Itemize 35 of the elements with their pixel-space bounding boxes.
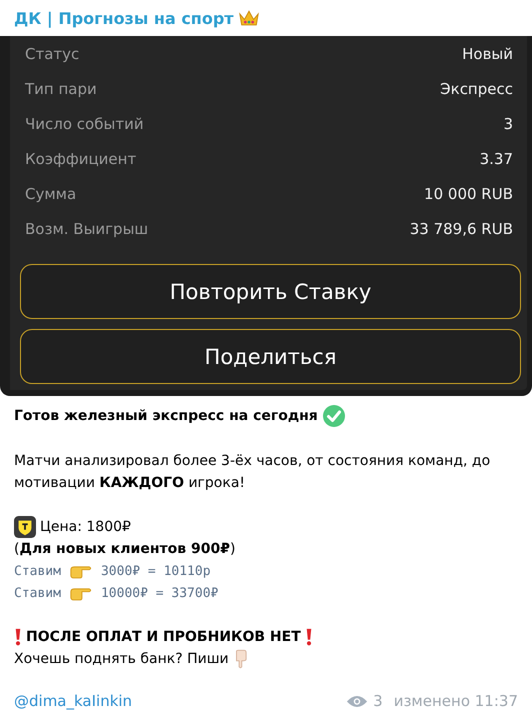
check-icon <box>322 404 346 428</box>
pointing-hand-icon <box>68 586 93 600</box>
view-count: 3 <box>373 692 383 710</box>
field-label: Коэффициент <box>25 150 136 168</box>
call-text: Хочешь поднять банк? Пиши <box>14 651 229 667</box>
message-paragraph: Матчи анализировал более 3-ёх часов, от состояния команд, до мотивации КАЖДОГО игрока! <box>14 452 492 493</box>
eye-icon <box>346 694 368 708</box>
field-label: Тип пари <box>25 80 97 98</box>
field-label: Возм. Выигрыш <box>25 220 148 238</box>
exclamation-icon <box>304 628 313 646</box>
headline: Готов железный экспресс на сегодня <box>14 408 318 424</box>
field-value: 10 000 RUB <box>424 184 513 202</box>
field-value: 3.37 <box>480 150 513 168</box>
warning-text: ПОСЛЕ ОПЛАТ И ПРОБНИКОВ НЕТ <box>26 629 301 645</box>
field-label: Статус <box>25 44 80 62</box>
username-link[interactable]: @dima_kaIinkin <box>14 692 132 710</box>
shield-badge-icon <box>14 516 36 538</box>
price-text: Цена: 1800₽ <box>40 519 131 535</box>
offer-text: (Для новых клиентов 900₽) <box>14 541 236 557</box>
edited-time: изменено 11:37 <box>394 692 518 710</box>
stake-amount: 3000₽ = 10110р <box>100 564 211 578</box>
field-value: 3 <box>503 114 513 132</box>
exclamation-icon <box>14 628 22 646</box>
field-value: Экспресс <box>440 80 513 98</box>
field-label: Сумма <box>25 184 76 202</box>
field-label: Число событий <box>25 114 144 132</box>
stake-label: Ставим <box>14 586 61 600</box>
field-value: 33 789,6 RUB <box>410 220 513 238</box>
crown-icon <box>238 8 260 28</box>
action-button[interactable]: Повторить Ставку <box>20 264 521 319</box>
stake-amount: 10000₽ = 33700₽ <box>100 586 218 600</box>
stake-label: Ставим <box>14 564 61 578</box>
action-button[interactable]: Поделиться <box>20 329 521 384</box>
field-value: Новый <box>462 44 513 62</box>
pointing-hand-icon <box>68 564 93 578</box>
